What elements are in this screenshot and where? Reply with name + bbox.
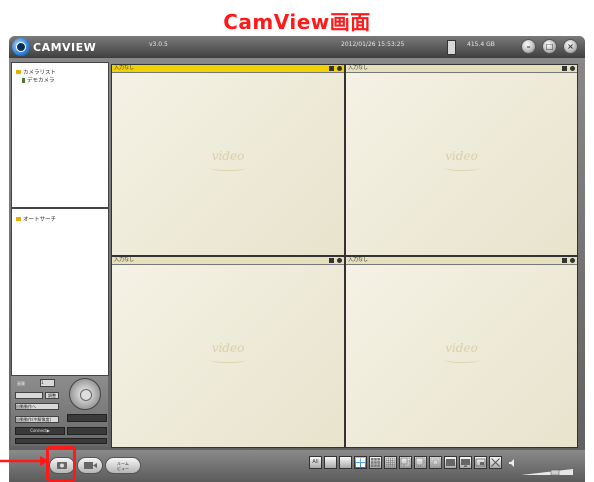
video-watermark: video [211,148,245,163]
camview-logo: CAMVIEW [12,38,96,56]
layout-large-button[interactable] [459,456,472,469]
mode-select[interactable]: 自動動作へ [15,403,59,410]
value-input[interactable] [15,392,43,399]
page-caption: CamView画面 [223,10,371,34]
video-window-2[interactable]: 入力なし video [345,64,578,256]
layout-2x2-button[interactable] [354,456,367,469]
video-record-icon [84,462,97,469]
camview-logo-icon [12,38,30,56]
layout-4x4-button[interactable] [384,456,397,469]
video-window-3[interactable]: 入力なし video [111,256,345,448]
adjust-button[interactable]: 調整 [45,392,59,399]
grid-2x2-icon [356,458,365,467]
layout-1plus5-button[interactable] [399,456,412,469]
watermark-swoosh [210,165,246,171]
layout-all-button[interactable]: All [309,456,322,469]
layout-1x1-button[interactable] [339,456,352,469]
autosearch-panel: オートサーチ [11,208,109,376]
layout-1-button[interactable] [324,456,337,469]
status-dot-icon[interactable] [570,258,575,263]
status-dot-icon[interactable] [570,66,575,71]
title-bar: CAMVIEW v3.0.5 2012/01/26 15:53:25 415.4… [9,36,585,58]
room-view-button[interactable]: ルーム ビュー [105,457,141,474]
video-title-bar: 入力なし [346,65,577,73]
record-icon[interactable] [329,66,334,71]
picture-in-picture-icon [475,458,486,467]
status-bar [15,438,107,444]
layout-wide-button[interactable] [444,456,457,469]
record-icon[interactable] [329,258,334,263]
ptz-dpad[interactable] [69,378,101,410]
pointer-arrow [0,456,49,466]
watermark-swoosh [443,165,480,171]
tree-item-camera-list[interactable]: カメラリスト [16,68,56,76]
extra-button[interactable] [67,427,107,435]
grid-1plus5-icon [400,457,411,468]
camera-control-panel: 画質 1 調整 自動動作へ 自動動作(中解像度) Connect▶ [11,376,108,446]
folder-icon [16,70,21,74]
record-icon[interactable] [562,66,567,71]
layout-1plus7-button[interactable] [414,456,427,469]
ptz-speed-bar[interactable] [67,414,107,422]
ptz-center-button[interactable] [80,389,92,401]
grid-3x3-icon [371,458,380,467]
grid-1plus12-icon [430,457,441,468]
version-label: v3.0.5 [149,41,168,48]
close-button[interactable]: × [563,39,578,54]
layout-1plus12-button[interactable] [429,456,442,469]
tree-item-autosearch[interactable]: オートサーチ [16,215,56,223]
video-watermark: video [445,340,478,355]
volume-slider[interactable] [521,460,573,476]
minimize-button[interactable]: – [521,39,536,54]
resolution-select[interactable]: 自動動作(中解像度) [15,416,59,423]
watermark-swoosh [210,357,246,363]
layout-3x3-button[interactable] [369,456,382,469]
fullscreen-icon [491,458,500,467]
maximize-button[interactable]: □ [542,39,557,54]
video-watermark: video [445,148,478,163]
status-dot-icon[interactable] [337,66,342,71]
status-dot-icon[interactable] [337,258,342,263]
video-title-bar: 入力なし [112,257,344,265]
hdd-icon [447,40,456,55]
camera-list-panel: カメラリスト デモカメラ [11,62,109,208]
watermark-swoosh [443,357,480,363]
connect-button[interactable]: Connect▶ [15,427,65,435]
grid-1plus7-icon [415,457,426,468]
camview-window: CAMVIEW v3.0.5 2012/01/26 15:53:25 415.4… [9,36,585,482]
video-title-bar: 入力なし [112,65,344,73]
record-icon[interactable] [562,258,567,263]
volume-slider-track [521,469,573,476]
video-title-bar: 入力なし [346,257,577,265]
quality-select[interactable]: 1 [40,379,55,387]
wide-screen-icon [446,459,455,466]
fullscreen-button[interactable] [489,456,502,469]
grid-4x4-icon [385,457,396,468]
disk-free-label: 415.4 GB [467,41,495,48]
datetime-label: 2012/01/26 15:53:25 [341,41,405,48]
video-window-1[interactable]: 入力なし video [111,64,345,256]
folder-icon [16,217,21,221]
quality-label: 画質 [17,381,25,386]
monitor-icon [461,459,470,467]
video-window-4[interactable]: 入力なし video [345,256,578,448]
speaker-icon[interactable] [507,457,519,469]
logo-text: CAMVIEW [33,40,97,54]
record-button[interactable] [77,457,103,474]
highlight-box [46,446,76,482]
video-watermark: video [211,340,245,355]
layout-pip-button[interactable] [474,456,487,469]
tree-item-demo-camera[interactable]: デモカメラ [22,76,56,84]
camera-icon [22,77,25,83]
